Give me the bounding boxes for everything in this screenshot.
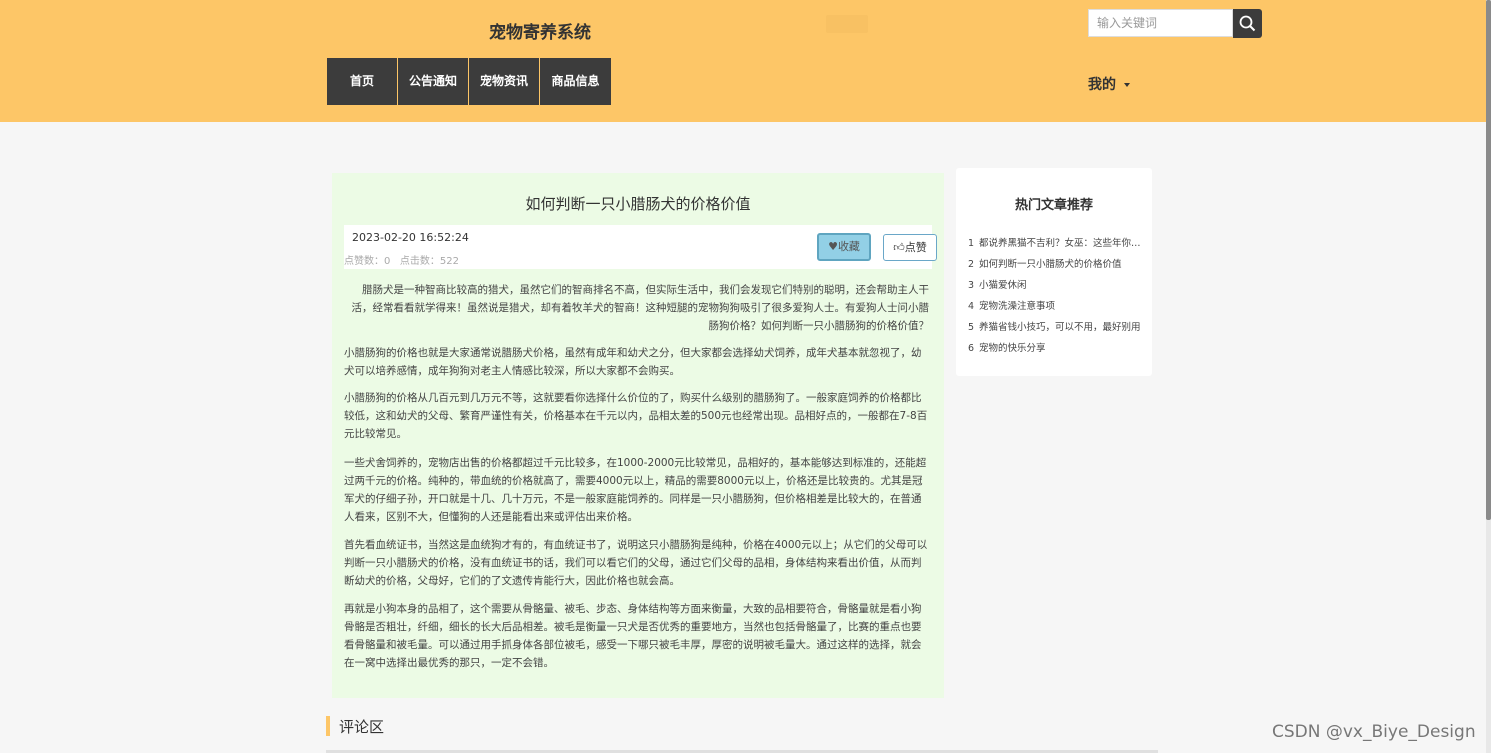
like-button[interactable]: 👍︎点赞 — [883, 234, 937, 261]
article-paragraph: 小腊肠狗的价格从几百元到几万元不等，这就要看你选择什么价位的了，购买什么级别的腊… — [344, 392, 928, 440]
nav-notices[interactable]: 公告通知 — [398, 58, 468, 105]
article-paragraph: 小腊肠狗的价格也就是大家通常说腊肠犬价格，虽然有成年和幼犬之分，但大家都会选择幼… — [344, 347, 922, 377]
hot-articles-sidebar: 热门文章推荐 1都说养黑猫不吉利？女巫：这些年你对它误会太深 2如何判断一只小腊… — [956, 168, 1152, 376]
site-title: 宠物寄养系统 — [489, 23, 591, 43]
top-header: 宠物寄养系统 输入关键词 首页 公告通知 宠物资讯 商品信息 我的 — [0, 0, 1486, 122]
user-menu-label: 我的 — [1088, 77, 1116, 93]
like-label: 点赞 — [904, 241, 927, 254]
nav-products[interactable]: 商品信息 — [540, 58, 611, 105]
hot-article-item[interactable]: 3 小猫爱休闲 — [968, 277, 1148, 298]
article-paragraph: 再就是小狗本身的品相了，这个需要从骨骼量、被毛、步态、身体结构等方面来衡量，大致… — [344, 603, 922, 669]
comments-title: 评论区 — [339, 718, 385, 736]
favorite-button[interactable]: ♥收藏 — [817, 233, 871, 261]
article-date: 2023-02-20 16:52:24 — [352, 231, 469, 244]
search-button[interactable] — [1233, 9, 1262, 38]
article-paragraph: 首先看血统证书，当然这是血统狗才有的，有血统证书了，说明这只小腊肠狗是纯种，价格… — [344, 539, 928, 587]
article-meta: 2023-02-20 16:52:24 点赞数：0 点击数：522 ♥收藏 👍︎… — [344, 225, 937, 269]
page-scrollbar[interactable] — [1486, 0, 1491, 753]
article-paragraph: 腊肠犬是一种智商比较高的猎犬，虽然它们的智商排名不高，但实际生活中，我们会发现它… — [351, 284, 930, 332]
user-menu[interactable]: 我的 — [1088, 74, 1130, 94]
hot-articles-list: 1都说养黑猫不吉利？女巫：这些年你对它误会太深 2如何判断一只小腊肠犬的价格价值… — [968, 235, 1148, 361]
nav-pet-news[interactable]: 宠物资讯 — [469, 58, 539, 105]
like-count: 点赞数：0 — [344, 256, 391, 267]
hot-article-item[interactable]: 6 宠物的快乐分享 — [968, 340, 1148, 361]
favorite-label: 收藏 — [837, 240, 860, 253]
article-title: 如何判断一只小腊肠犬的价格价值 — [525, 195, 751, 213]
search-input[interactable]: 输入关键词 — [1088, 9, 1233, 37]
click-count: 点击数：522 — [399, 256, 460, 267]
hot-article-item[interactable]: 2 如何判断一只小腊肠犬的价格价值 — [968, 256, 1148, 277]
hot-article-item[interactable]: 5 养猫省钱小技巧，可以不用，最好别用 — [968, 319, 1148, 340]
heart-icon: ♥ — [828, 240, 838, 253]
thumbs-up-icon: 👍︎ — [893, 241, 905, 254]
article-stats: 点赞数：0 点击数：522 — [344, 252, 459, 267]
watermark: CSDN @vx_Biye_Design — [1272, 722, 1476, 742]
hot-article-item[interactable]: 4 宠物洗澡注意事项 — [968, 298, 1148, 319]
article-paragraph: 一些犬舍饲养的，宠物店出售的价格都超过千元比较多，在1000-2000元比较常见… — [344, 457, 927, 523]
search-icon — [1239, 15, 1256, 32]
comments-accent-bar — [326, 716, 330, 736]
scrollbar-thumb[interactable] — [1486, 0, 1491, 520]
article-panel: 如何判断一只小腊肠犬的价格价值 2023-02-20 16:52:24 点赞数：… — [332, 173, 944, 698]
sidebar-title: 热门文章推荐 — [1014, 198, 1093, 213]
nav-home[interactable]: 首页 — [327, 58, 397, 105]
hot-article-item[interactable]: 1都说养黑猫不吉利？女巫：这些年你对它误会太深 — [968, 235, 1148, 256]
header-faded-element — [826, 15, 868, 33]
caret-down-icon — [1124, 83, 1130, 87]
